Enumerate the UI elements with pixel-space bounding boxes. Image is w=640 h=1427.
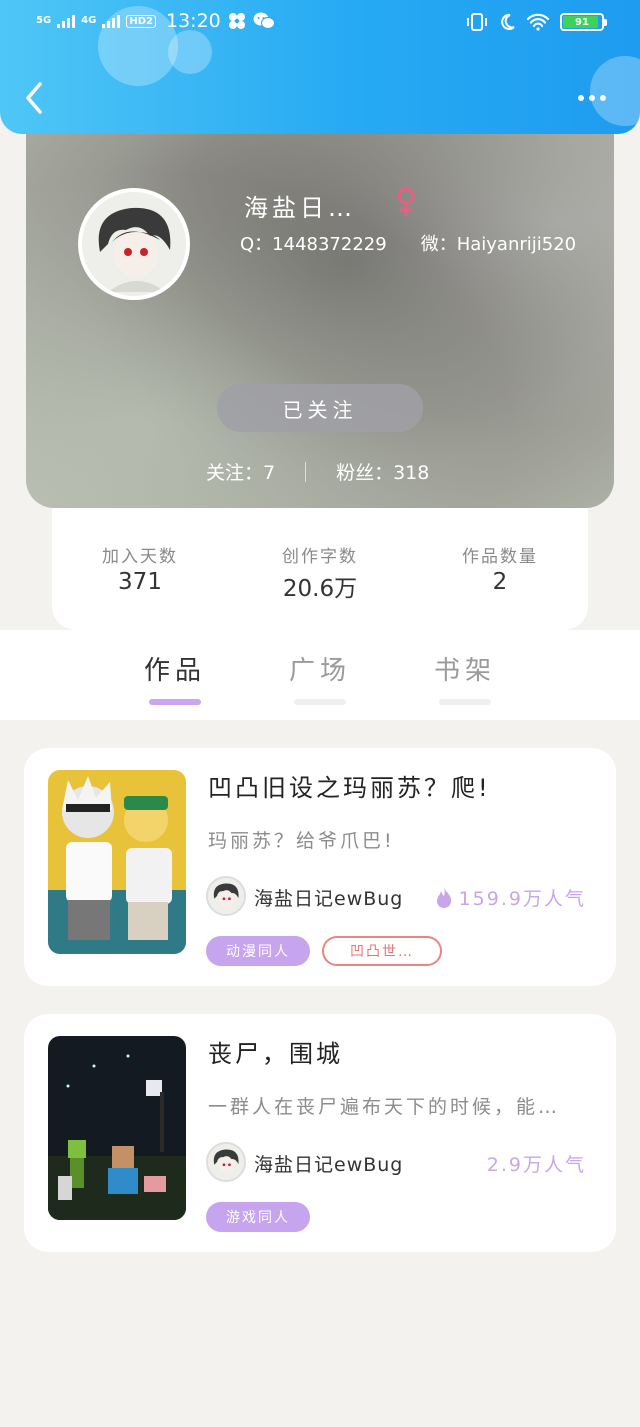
divider [305,461,307,482]
status-bar: 5G 4G HD2 13:20 91 [0,0,640,48]
fans-count[interactable]: 粉丝：318 [336,458,429,485]
moon-icon [501,13,515,30]
more-options-button[interactable] [578,88,612,108]
contact-info: Q：1448372229 微：Haiyanriji520 [240,230,576,256]
popularity-value: 159.9万人气 [458,888,586,910]
vibrate-icon [467,13,487,31]
qq-number: Q：1448372229 [240,234,387,255]
work-card[interactable]: 凹凸旧设之玛丽苏？爬! 玛丽苏？给爷爪巴! 海盐日记ewBug 159.9万人气… [24,748,616,986]
work-description: 玛丽苏？给爷爪巴! [208,830,395,852]
tag-list: 动漫同人 凹凸世… [206,936,442,966]
wechat-id: 微：Haiyanriji520 [420,234,577,255]
following-count[interactable]: 关注：7 [206,458,275,485]
work-card[interactable]: 丧尸，围城 一群人在丧尸遍布天下的时候，能… 海盐日记ewBug 2.9万人气 … [24,1014,616,1252]
tab-indicator [294,699,346,705]
pinwheel-app-icon [228,13,245,29]
tab-bar: 作品 广场 书架 [0,630,640,720]
stat-label: 加入天数 [102,547,178,567]
work-description: 一群人在丧尸遍布天下的时候，能… [208,1096,561,1118]
popularity-value: 2.9万人气 [486,1154,586,1176]
work-title[interactable]: 凹凸旧设之玛丽苏？爬! [208,768,491,803]
signal-5g-label: 5G [36,15,52,26]
follow-stats: 关注：7 粉丝：318 [206,458,429,485]
stat-works-count: 作品数量 2 [420,542,580,595]
clock: 13:20 [165,10,221,32]
tab-works[interactable]: 作品 [115,650,235,705]
hd-badge: HD2 [126,14,156,28]
tab-label: 作品 [143,656,206,686]
signal-icon [57,14,76,28]
author-row: 海盐日记ewBug 2.9万人气 [206,1142,586,1182]
popularity: 2.9万人气 [487,1150,586,1177]
battery-percent: 91 [575,16,589,28]
tag-list: 游戏同人 [206,1202,310,1232]
tag-chip[interactable]: 凹凸世… [322,936,442,966]
back-arrow-icon[interactable] [22,80,48,116]
wechat-icon [253,12,275,29]
female-gender-icon [397,187,415,216]
tag-chip[interactable]: 游戏同人 [206,1202,310,1232]
signal-icon [102,14,121,28]
top-header: 5G 4G HD2 13:20 91 [0,0,640,134]
work-title[interactable]: 丧尸，围城 [208,1034,343,1069]
author-name: 海盐日记ewBug [254,888,404,910]
tab-indicator [149,699,201,705]
author-name: 海盐日记ewBug [254,1154,404,1176]
stat-value: 2 [492,569,508,595]
tab-bookshelf[interactable]: 书架 [405,650,525,705]
followed-button[interactable]: 已关注 [217,384,423,432]
author-avatar [206,1142,246,1182]
tab-label: 书架 [433,656,496,686]
flame-icon [436,887,451,908]
profile-banner: 海盐日… Q：1448372229 微：Haiyanriji520 已关注 关注… [26,100,614,508]
tab-square[interactable]: 广场 [260,650,380,705]
work-cover-image[interactable] [48,1036,186,1220]
signal-4g-label: 4G [81,15,97,26]
tab-label: 广场 [288,656,351,686]
stat-label: 作品数量 [462,547,538,567]
stat-join-days: 加入天数 371 [60,542,220,595]
wifi-icon [526,13,550,31]
user-nickname: 海盐日… [244,194,356,222]
stats-card: 加入天数 371 创作字数 20.6万 作品数量 2 [52,508,588,630]
avatar[interactable] [78,188,190,300]
stat-label: 创作字数 [282,547,358,567]
stat-value: 20.6万 [282,576,358,602]
battery-icon: 91 [560,13,607,31]
work-cover-image[interactable] [48,770,186,954]
stat-value: 371 [118,569,162,595]
tab-indicator [439,699,491,705]
stat-word-count: 创作字数 20.6万 [240,542,400,603]
tag-chip[interactable]: 动漫同人 [206,936,310,966]
author-avatar [206,876,246,916]
author-row: 海盐日记ewBug 159.9万人气 [206,876,586,916]
popularity: 159.9万人气 [435,884,586,911]
